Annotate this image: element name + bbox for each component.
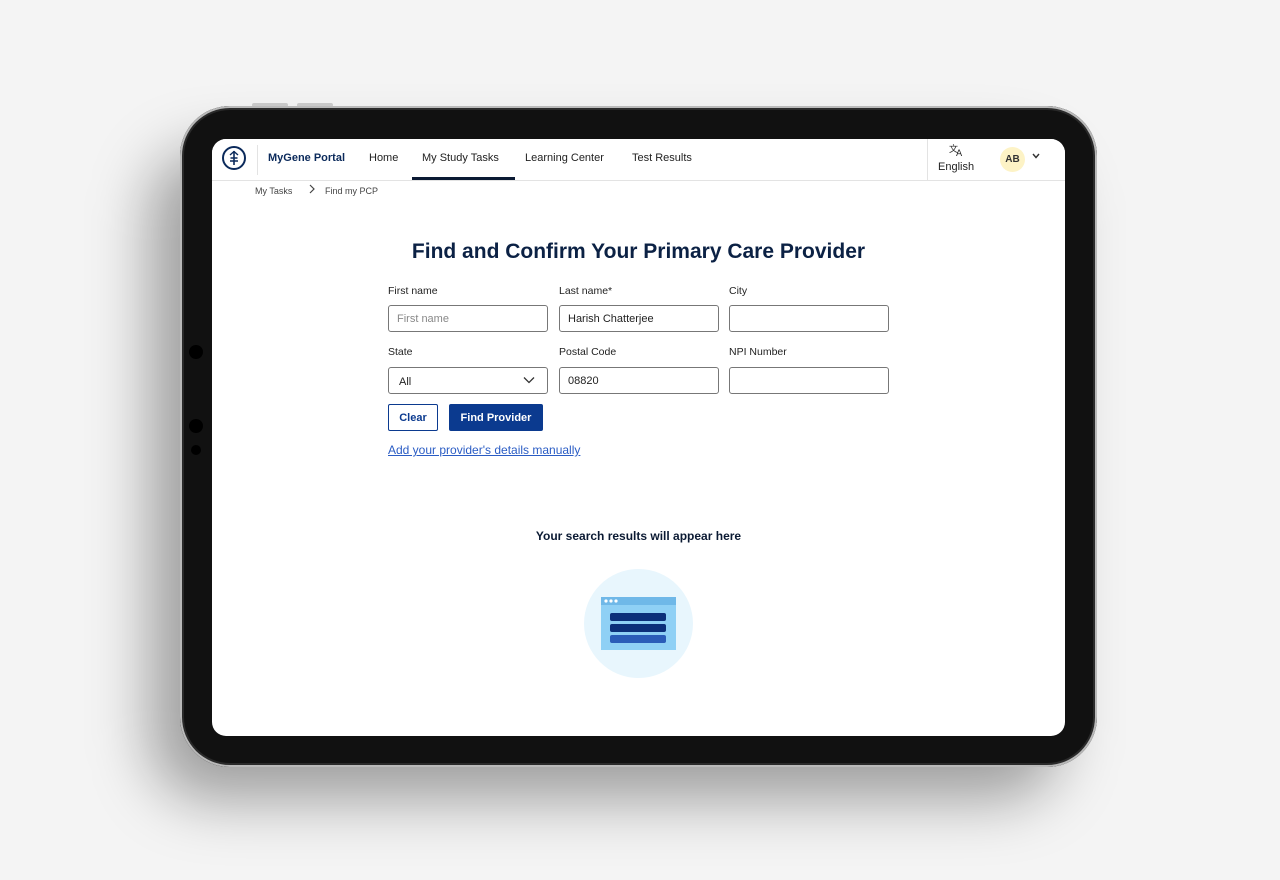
translate-icon[interactable]: 文 A (949, 143, 965, 160)
chevron-down-icon[interactable] (1032, 151, 1040, 162)
top-nav: MyGene Portal Home My Study Tasks Learni… (212, 139, 1065, 181)
chevron-right-icon (308, 184, 316, 197)
nav-divider (257, 145, 258, 175)
empty-results-text: Your search results will appear here (535, 529, 742, 543)
add-provider-manually-link[interactable]: Add your provider's details manually (388, 443, 580, 457)
state-select-value: All (399, 376, 412, 388)
city-input[interactable] (729, 305, 889, 332)
nav-item-home[interactable]: Home (369, 152, 398, 164)
chevron-down-icon (523, 373, 535, 387)
brand-name[interactable]: MyGene Portal (268, 152, 345, 164)
camera-lens (189, 345, 203, 359)
nav-item-learning-center[interactable]: Learning Center (525, 152, 604, 164)
clear-button[interactable]: Clear (388, 404, 438, 431)
find-provider-button[interactable]: Find Provider (449, 404, 543, 431)
logo-icon[interactable] (222, 146, 246, 170)
avatar[interactable]: AB (1000, 147, 1025, 172)
page-title: Find and Confirm Your Primary Care Provi… (411, 240, 866, 263)
postal-code-label: Postal Code (559, 346, 617, 358)
nav-item-test-results[interactable]: Test Results (632, 152, 692, 164)
app-screen: MyGene Portal Home My Study Tasks Learni… (212, 139, 1065, 736)
breadcrumb-find-my-pcp: Find my PCP (325, 186, 379, 196)
search-results-placeholder-icon (584, 569, 693, 678)
last-name-label: Last name* (559, 285, 613, 297)
state-label: State (388, 346, 413, 358)
nav-item-my-study-tasks[interactable]: My Study Tasks (422, 152, 499, 164)
npi-number-label: NPI Number (729, 346, 787, 358)
city-label: City (729, 285, 748, 297)
postal-code-input[interactable] (559, 367, 719, 394)
camera-sensor (191, 445, 201, 455)
active-tab-indicator (412, 177, 515, 180)
first-name-input[interactable] (388, 305, 548, 332)
svg-text:A: A (956, 149, 963, 157)
npi-number-input[interactable] (729, 367, 889, 394)
camera-lens (189, 419, 203, 433)
state-select[interactable]: All (388, 367, 548, 394)
last-name-input[interactable] (559, 305, 719, 332)
first-name-label: First name (388, 285, 438, 297)
breadcrumb-my-tasks[interactable]: My Tasks (255, 186, 292, 196)
nav-divider (927, 139, 928, 180)
language-selector[interactable]: English (938, 161, 974, 173)
